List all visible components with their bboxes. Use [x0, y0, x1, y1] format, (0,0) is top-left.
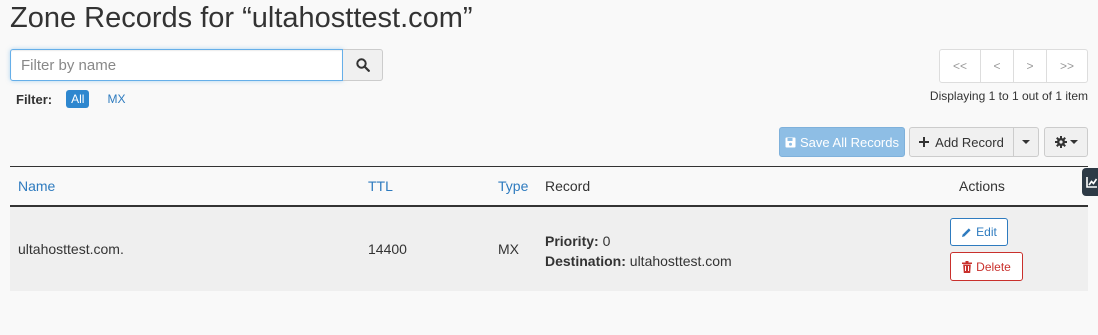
- priority-label: Priority:: [545, 233, 599, 249]
- search-button[interactable]: [343, 49, 383, 81]
- gear-icon: [1054, 136, 1067, 148]
- column-header-record: Record: [545, 178, 591, 194]
- pagination: << < > >>: [939, 49, 1088, 83]
- search-group: [10, 49, 383, 81]
- column-header-type[interactable]: Type: [498, 178, 528, 194]
- add-record-group: Add Record: [909, 127, 1039, 157]
- chevron-down-icon: [1069, 140, 1078, 144]
- table-row: ultahosttest.com. 14400 MX Priority: 0 D…: [10, 207, 1088, 291]
- first-page-button[interactable]: <<: [940, 50, 980, 82]
- zone-records-table: Name TTL Type Record Actions ultahosttes…: [10, 166, 1088, 291]
- column-header-actions: Actions: [959, 178, 1005, 194]
- edit-button[interactable]: Edit: [950, 218, 1008, 246]
- edit-label: Edit: [976, 225, 997, 239]
- filter-all[interactable]: All: [66, 90, 90, 108]
- destination-label: Destination:: [545, 253, 626, 269]
- record-name: ultahosttest.com.: [18, 241, 124, 257]
- page-title: Zone Records for “ultahosttest.com”: [10, 2, 473, 34]
- next-page-button[interactable]: >: [1013, 50, 1046, 82]
- filter-bar: Filter: All MX: [16, 90, 143, 108]
- record-details: Priority: 0 Destination: ultahosttest.co…: [545, 231, 732, 271]
- destination-value: ultahosttest.com: [629, 253, 732, 269]
- search-icon: [355, 58, 370, 72]
- prev-page-button[interactable]: <: [980, 50, 1013, 82]
- chevron-down-icon: [1022, 140, 1030, 144]
- pagination-status: Displaying 1 to 1 out of 1 item: [929, 89, 1088, 103]
- priority-value: 0: [602, 233, 611, 249]
- floppy-icon: [785, 137, 796, 147]
- save-all-records-button[interactable]: Save All Records: [779, 127, 905, 157]
- record-ttl: 14400: [368, 241, 407, 257]
- stats-sidebar-toggle[interactable]: [1082, 168, 1098, 196]
- settings-menu-button[interactable]: [1044, 127, 1088, 157]
- pencil-icon: [962, 227, 971, 237]
- add-record-button[interactable]: Add Record: [909, 127, 1014, 157]
- save-all-records-label: Save All Records: [800, 134, 899, 150]
- trash-icon: [962, 260, 973, 273]
- chart-icon: [1086, 177, 1098, 188]
- add-record-dropdown[interactable]: [1014, 127, 1039, 157]
- last-page-button[interactable]: >>: [1046, 50, 1087, 82]
- record-type: MX: [498, 241, 519, 257]
- table-header: Name TTL Type Record Actions: [10, 166, 1088, 207]
- filter-mx[interactable]: MX: [102, 90, 130, 108]
- column-header-name[interactable]: Name: [18, 178, 55, 194]
- delete-label: Delete: [976, 259, 1011, 274]
- delete-button[interactable]: Delete: [950, 252, 1023, 281]
- add-record-label: Add Record: [935, 134, 1004, 150]
- search-input[interactable]: [10, 49, 343, 81]
- plus-icon: [919, 137, 930, 147]
- column-header-ttl[interactable]: TTL: [368, 178, 393, 194]
- filter-label: Filter:: [16, 91, 53, 107]
